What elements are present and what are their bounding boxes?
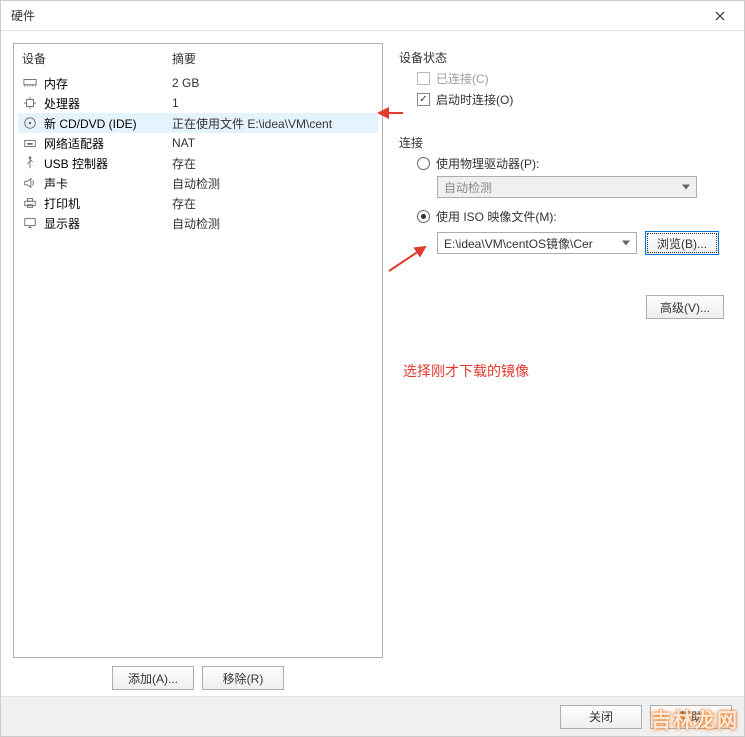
physical-drive-dropdown: 自动检测 xyxy=(437,176,697,198)
iso-file-label: 使用 ISO 映像文件(M): xyxy=(436,208,557,225)
connected-row: 已连接(C) xyxy=(417,70,728,87)
device-summary: 1 xyxy=(172,96,374,110)
device-row[interactable]: USB 控制器存在 xyxy=(18,153,378,173)
annotation-arrow-2 xyxy=(387,243,431,276)
device-row[interactable]: 显示器自动检测 xyxy=(18,213,378,233)
left-column: 设备 摘要 内存2 GB处理器1新 CD/DVD (IDE)正在使用文件 E:\… xyxy=(13,43,383,694)
physical-drive-row: 使用物理驱动器(P): xyxy=(417,155,728,172)
col-summary-header: 摘要 xyxy=(172,50,374,67)
connect-at-power-checkbox[interactable] xyxy=(417,93,430,106)
annotation-text: 选择刚才下载的镜像 xyxy=(403,361,728,381)
sound-icon xyxy=(22,175,38,191)
advanced-button[interactable]: 高级(V)... xyxy=(646,295,724,319)
device-row[interactable]: 处理器1 xyxy=(18,93,378,113)
device-summary: NAT xyxy=(172,136,374,150)
device-label: USB 控制器 xyxy=(44,155,172,172)
iso-path-row: E:\idea\VM\centOS镜像\Cer 浏览(B)... xyxy=(437,231,728,255)
device-row[interactable]: 新 CD/DVD (IDE)正在使用文件 E:\idea\VM\cent xyxy=(18,113,378,133)
device-label: 声卡 xyxy=(44,175,172,192)
device-label: 打印机 xyxy=(44,195,172,212)
cpu-icon xyxy=(22,95,38,111)
connected-label: 已连接(C) xyxy=(436,70,489,87)
device-summary: 自动检测 xyxy=(172,215,374,232)
iso-path-dropdown[interactable]: E:\idea\VM\centOS镜像\Cer xyxy=(437,232,637,254)
device-label: 新 CD/DVD (IDE) xyxy=(44,115,172,132)
device-summary: 存在 xyxy=(172,195,374,212)
dialog-footer: 关闭 帮助 xyxy=(1,696,744,736)
device-summary: 正在使用文件 E:\idea\VM\cent xyxy=(172,115,374,132)
device-summary: 存在 xyxy=(172,155,374,172)
device-list[interactable]: 内存2 GB处理器1新 CD/DVD (IDE)正在使用文件 E:\idea\V… xyxy=(14,73,382,657)
physical-drive-radio[interactable] xyxy=(417,157,430,170)
close-button[interactable]: 关闭 xyxy=(560,705,642,729)
device-status-title: 设备状态 xyxy=(399,49,728,66)
hardware-dialog: 硬件 设备 摘要 内存2 GB处理器1新 CD/DVD (IDE)正在使用文件 … xyxy=(0,0,745,737)
close-icon[interactable] xyxy=(700,2,740,30)
col-device-header: 设备 xyxy=(22,50,172,67)
device-label: 处理器 xyxy=(44,95,172,112)
remove-device-button[interactable]: 移除(R) xyxy=(202,666,284,690)
connected-checkbox xyxy=(417,72,430,85)
usb-icon xyxy=(22,155,38,171)
physical-drive-label: 使用物理驱动器(P): xyxy=(436,155,539,172)
chevron-down-icon xyxy=(682,185,690,190)
content-area: 设备 摘要 内存2 GB处理器1新 CD/DVD (IDE)正在使用文件 E:\… xyxy=(1,31,744,696)
printer-icon xyxy=(22,195,38,211)
connect-at-power-row: 启动时连接(O) xyxy=(417,91,728,108)
memory-icon xyxy=(22,75,38,91)
device-list-panel: 设备 摘要 内存2 GB处理器1新 CD/DVD (IDE)正在使用文件 E:\… xyxy=(13,43,383,658)
network-icon xyxy=(22,135,38,151)
dialog-title: 硬件 xyxy=(11,7,35,24)
display-icon xyxy=(22,215,38,231)
add-device-button[interactable]: 添加(A)... xyxy=(112,666,194,690)
device-label: 显示器 xyxy=(44,215,172,232)
device-label: 内存 xyxy=(44,75,172,92)
help-button[interactable]: 帮助 xyxy=(650,705,732,729)
browse-button[interactable]: 浏览(B)... xyxy=(645,231,719,255)
device-row[interactable]: 网络适配器NAT xyxy=(18,133,378,153)
iso-file-row: 使用 ISO 映像文件(M): xyxy=(417,208,728,225)
device-row[interactable]: 内存2 GB xyxy=(18,73,378,93)
device-label: 网络适配器 xyxy=(44,135,172,152)
device-buttons: 添加(A)... 移除(R) xyxy=(13,658,383,694)
device-summary: 2 GB xyxy=(172,76,374,90)
right-column: 设备状态 已连接(C) 启动时连接(O) 连接 使用物理驱动器(P): 自动检测 xyxy=(395,43,732,694)
device-row[interactable]: 打印机存在 xyxy=(18,193,378,213)
titlebar: 硬件 xyxy=(1,1,744,31)
connection-title: 连接 xyxy=(399,134,728,151)
connect-at-power-label: 启动时连接(O) xyxy=(436,91,513,108)
device-row[interactable]: 声卡自动检测 xyxy=(18,173,378,193)
chevron-down-icon[interactable] xyxy=(622,241,630,246)
device-list-header: 设备 摘要 xyxy=(14,44,382,73)
iso-file-radio[interactable] xyxy=(417,210,430,223)
device-summary: 自动检测 xyxy=(172,175,374,192)
cd-icon xyxy=(22,115,38,131)
